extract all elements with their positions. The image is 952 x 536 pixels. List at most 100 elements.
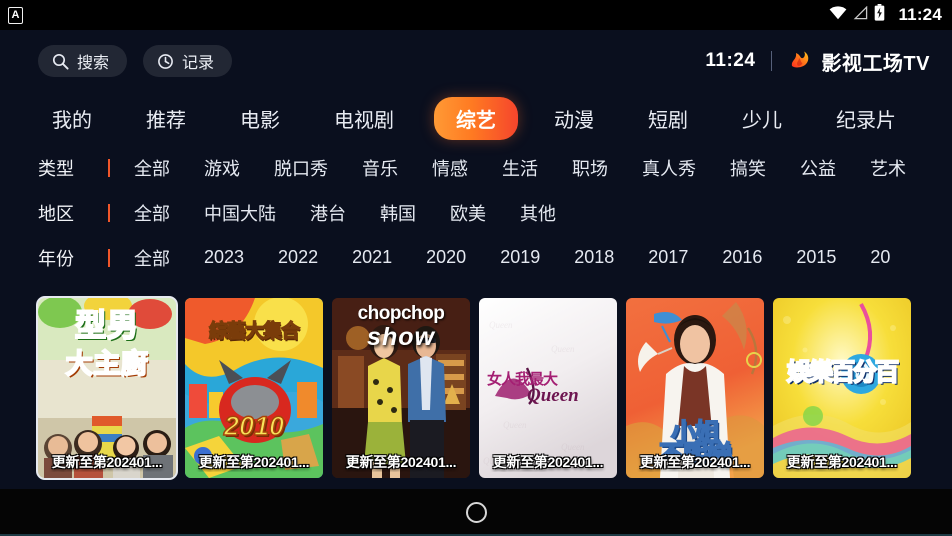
filter-year-2022[interactable]: 2022 bbox=[278, 247, 318, 268]
svg-text:Queen: Queen bbox=[561, 442, 585, 452]
filter-year-2014[interactable]: 20 bbox=[870, 247, 890, 268]
filter-type-emotion[interactable]: 情感 bbox=[432, 155, 468, 181]
card-art-title-line2: 2010 bbox=[223, 411, 285, 441]
search-button-label: 搜索 bbox=[77, 55, 110, 72]
tab-short-drama[interactable]: 短剧 bbox=[634, 98, 702, 139]
content-card[interactable]: 型男 大主廚 更新至第202401... bbox=[36, 296, 178, 480]
filter-type-art[interactable]: 艺术 bbox=[870, 155, 906, 181]
history-button[interactable]: 记录 bbox=[143, 45, 233, 77]
card-artwork: Queen Queen Queen Queen Queen 女人我最大 Quee… bbox=[479, 298, 617, 478]
home-circle-icon[interactable] bbox=[465, 502, 487, 523]
card-art-title-line1: 型男 bbox=[74, 308, 139, 343]
card-art-title-line2: 大主廚 bbox=[65, 349, 149, 380]
card-art-title-line1: 綜藝大集合 bbox=[208, 321, 300, 342]
toolbar-clock: 11:24 bbox=[705, 50, 756, 71]
filter-type-game[interactable]: 游戏 bbox=[204, 155, 240, 181]
wifi-icon bbox=[829, 5, 847, 25]
status-bar-icons: 11:24 bbox=[829, 4, 942, 26]
tab-mine[interactable]: 我的 bbox=[38, 98, 106, 139]
filter-year-2019[interactable]: 2019 bbox=[500, 247, 540, 268]
card-artwork: 綜藝大集合 2010 bbox=[185, 298, 323, 478]
card-artwork: chopchop show bbox=[332, 298, 470, 478]
filter-year-2017[interactable]: 2017 bbox=[648, 247, 688, 268]
card-caption: 更新至第202401... bbox=[51, 454, 163, 470]
content-card[interactable]: 綜藝大集合 2010 更新至第202401... bbox=[185, 298, 323, 478]
tv-app-screen: A 11:24 搜索 记录 11:24 影视工场TV 我的 推荐 电影 电视剧 … bbox=[0, 0, 952, 536]
app-badge-icon: A bbox=[8, 6, 23, 24]
filter-year-all[interactable]: 全部 bbox=[134, 245, 170, 271]
android-status-bar: A 11:24 bbox=[0, 0, 952, 30]
card-caption: 更新至第202401... bbox=[639, 454, 751, 470]
filter-region-hktw[interactable]: 港台 bbox=[310, 200, 346, 226]
android-navigation-bar bbox=[0, 489, 952, 536]
tab-recommend[interactable]: 推荐 bbox=[132, 98, 200, 139]
content-card[interactable]: 小姐 不熙娣 更新至第202401... bbox=[626, 298, 764, 478]
search-button[interactable]: 搜索 bbox=[38, 45, 128, 77]
tab-variety[interactable]: 综艺 bbox=[434, 96, 518, 140]
filter-year-2021[interactable]: 2021 bbox=[352, 247, 392, 268]
filter-row-year: 年份 全部 2023 2022 2021 2020 2019 2018 2017… bbox=[0, 235, 952, 280]
tab-tv-series[interactable]: 电视剧 bbox=[320, 98, 408, 139]
filter-type-charity[interactable]: 公益 bbox=[800, 155, 836, 181]
card-artwork: 娛樂百分百 bbox=[773, 298, 911, 478]
card-artwork: 小姐 不熙娣 bbox=[626, 298, 764, 478]
filter-type-all[interactable]: 全部 bbox=[134, 155, 170, 181]
svg-text:Queen: Queen bbox=[489, 320, 513, 330]
status-bar-clock: 11:24 bbox=[898, 5, 942, 24]
content-card[interactable]: chopchop show 更新至第202401... bbox=[332, 298, 470, 478]
card-art-title-line1: chopchop bbox=[357, 303, 445, 324]
card-art-title-line1: 娛樂百分百 bbox=[786, 359, 900, 386]
filter-label-year: 年份 bbox=[38, 248, 74, 269]
filter-separator-region bbox=[108, 203, 110, 222]
card-caption: 更新至第202401... bbox=[345, 454, 457, 470]
search-icon bbox=[52, 53, 69, 70]
svg-text:Queen: Queen bbox=[551, 344, 575, 354]
tab-movies[interactable]: 电影 bbox=[226, 98, 294, 139]
card-artwork: 型男 大主廚 bbox=[38, 298, 176, 478]
filter-label-type: 类型 bbox=[38, 158, 74, 179]
app-brand: 影视工场TV bbox=[788, 47, 930, 76]
signal-icon bbox=[853, 5, 868, 25]
card-caption: 更新至第202401... bbox=[198, 454, 310, 470]
filter-year-2020[interactable]: 2020 bbox=[426, 247, 466, 268]
tab-kids[interactable]: 少儿 bbox=[728, 98, 796, 139]
flame-logo-icon bbox=[788, 47, 812, 76]
filter-region-all[interactable]: 全部 bbox=[134, 200, 170, 226]
filter-year-2018[interactable]: 2018 bbox=[574, 247, 614, 268]
content-card-grid: 型男 大主廚 更新至第202401... 綜藝大集合 2010 更新至第2024… bbox=[36, 296, 920, 480]
toolbar-divider bbox=[771, 51, 773, 71]
filter-type-workplace[interactable]: 职场 bbox=[572, 155, 608, 181]
filter-region-western[interactable]: 欧美 bbox=[450, 200, 486, 226]
filter-year-2023[interactable]: 2023 bbox=[204, 247, 244, 268]
filter-type-talkshow[interactable]: 脱口秀 bbox=[274, 155, 328, 181]
filter-year-2015[interactable]: 2015 bbox=[796, 247, 836, 268]
filter-row-region: 地区 全部 中国大陆 港台 韩国 欧美 其他 bbox=[0, 190, 952, 235]
filter-region-other[interactable]: 其他 bbox=[520, 200, 556, 226]
tab-anime[interactable]: 动漫 bbox=[540, 98, 608, 139]
card-art-title-line2: show bbox=[367, 323, 435, 351]
filter-type-reality[interactable]: 真人秀 bbox=[642, 155, 696, 181]
content-card[interactable]: 娛樂百分百 更新至第202401... bbox=[773, 298, 911, 478]
history-button-label: 记录 bbox=[182, 55, 215, 72]
card-art-title-line2: Queen bbox=[527, 385, 579, 406]
filter-row-type: 类型 全部 游戏 脱口秀 音乐 情感 生活 职场 真人秀 搞笑 公益 艺术 bbox=[0, 145, 952, 190]
content-card[interactable]: Queen Queen Queen Queen Queen 女人我最大 Quee… bbox=[479, 298, 617, 478]
tab-documentary[interactable]: 纪录片 bbox=[822, 98, 910, 139]
card-caption: 更新至第202401... bbox=[492, 454, 604, 470]
filter-year-2016[interactable]: 2016 bbox=[722, 247, 762, 268]
category-tabs: 我的 推荐 电影 电视剧 综艺 动漫 短剧 少儿 纪录片 bbox=[0, 92, 952, 144]
filter-region-mainland[interactable]: 中国大陆 bbox=[204, 200, 276, 226]
filter-separator-type bbox=[108, 158, 110, 177]
filter-type-life[interactable]: 生活 bbox=[502, 155, 538, 181]
battery-charging-icon bbox=[874, 4, 885, 26]
filter-type-comedy[interactable]: 搞笑 bbox=[730, 155, 766, 181]
clock-icon bbox=[157, 53, 174, 70]
card-caption: 更新至第202401... bbox=[786, 454, 898, 470]
filter-separator-year bbox=[108, 248, 110, 267]
svg-text:Queen: Queen bbox=[503, 420, 527, 430]
filter-label-region: 地区 bbox=[38, 203, 74, 224]
filter-type-music[interactable]: 音乐 bbox=[362, 155, 398, 181]
filter-region-korea[interactable]: 韩国 bbox=[380, 200, 416, 226]
app-brand-name: 影视工场TV bbox=[821, 52, 930, 75]
app-toolbar: 搜索 记录 11:24 影视工场TV bbox=[0, 30, 952, 92]
